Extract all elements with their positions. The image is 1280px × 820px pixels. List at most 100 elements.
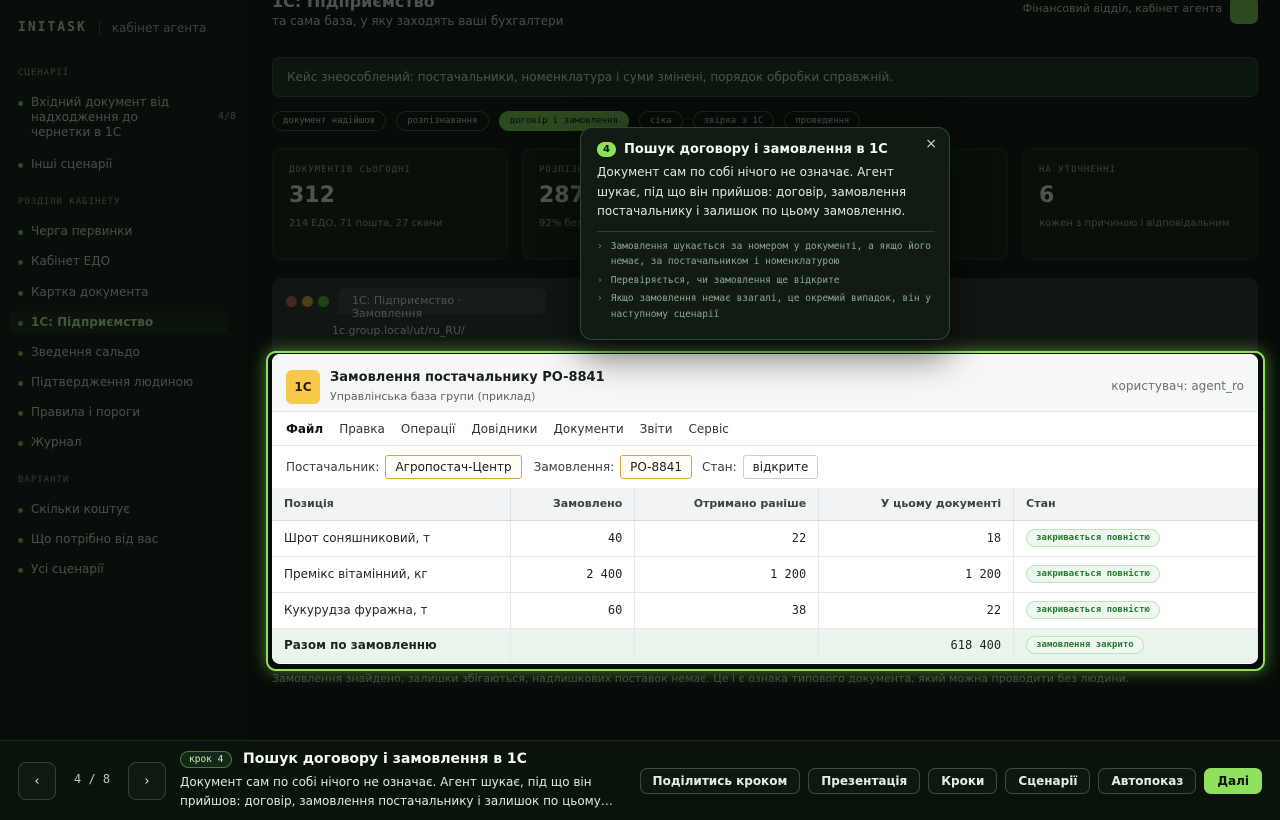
minimize-dot-icon xyxy=(302,296,313,307)
close-icon[interactable]: × xyxy=(925,136,937,152)
address-bar[interactable]: 1c.group.local/ut/ru_RU/ xyxy=(332,324,465,337)
order-field[interactable]: PO-8841 xyxy=(620,455,693,479)
sidebar-item-1c[interactable]: 1С: Підприємство xyxy=(10,311,228,333)
page-subtitle: та сама база, у яку заходять ваші бухгал… xyxy=(272,14,564,28)
state-field[interactable]: відкрите xyxy=(742,455,819,479)
sidebar-item-label: Правила і пороги xyxy=(31,405,141,419)
table-row[interactable]: Шрот соняшниковий, т 40 22 18 закриваєть… xyxy=(272,520,1258,557)
browser-tab[interactable]: 1С: Підприємство · Замовлення xyxy=(338,288,546,320)
column-header-state[interactable]: Стан xyxy=(1013,488,1258,521)
bullet-icon xyxy=(18,381,23,386)
cell-received: 1 200 xyxy=(634,556,820,593)
popover-divider xyxy=(597,230,935,232)
prev-step-button[interactable]: ‹ xyxy=(18,762,56,800)
bullet-icon xyxy=(18,163,23,168)
filter-bar: Постачальник: Агропостач-Центр Замовленн… xyxy=(272,446,1258,488)
detail-text: Перевіряється, чи замовлення ще відкрите xyxy=(610,274,840,286)
stat-card: ДОКУМЕНТІВ СЬОГОДНІ 312 214 ЕДО, 71 пошт… xyxy=(272,148,508,260)
chevron-right-icon: › xyxy=(597,240,603,252)
autoplay-button[interactable]: Автопоказ xyxy=(1098,768,1197,794)
sidebar-item-label: Що потрібно від вас xyxy=(31,532,159,546)
sidebar-item-document-card[interactable]: Картка документа xyxy=(18,285,236,299)
onec-header: 1С Замовлення постачальнику PO-8841 Упра… xyxy=(272,354,1258,412)
bullet-icon xyxy=(18,568,23,573)
next-button[interactable]: Далі xyxy=(1204,768,1262,794)
bullet-icon xyxy=(18,411,23,416)
info-banner: Кейс знеособлений: постачальники, номенк… xyxy=(272,57,1258,97)
sidebar-item-label: 1С: Підприємство xyxy=(31,315,154,329)
document-title: Замовлення постачальнику PO-8841 xyxy=(330,370,605,385)
sidebar-item-edo[interactable]: Кабінет ЕДО xyxy=(18,254,236,268)
sidebar-item-rules[interactable]: Правила і пороги xyxy=(18,405,236,419)
supplier-field[interactable]: Агропостач-Центр xyxy=(385,455,522,479)
stat-value: 312 xyxy=(289,183,335,208)
cell-state: закривається повністю xyxy=(1013,556,1258,593)
menu-service[interactable]: Сервіс xyxy=(681,412,737,445)
chevron-right-icon: › xyxy=(597,293,603,304)
table-row[interactable]: Премікс вітамінний, кг 2 400 1 200 1 200… xyxy=(272,556,1258,593)
cell-ordered: 60 xyxy=(510,592,636,629)
step-chip[interactable]: документ надійшов xyxy=(272,111,387,131)
sidebar-item-journal[interactable]: Журнал xyxy=(18,435,236,449)
table-row[interactable]: Кукурудза фуражна, т 60 38 22 закриваєть… xyxy=(272,592,1258,629)
steps-button[interactable]: Кроки xyxy=(928,768,998,794)
close-dot-icon xyxy=(286,296,297,307)
sidebar-item-pricing[interactable]: Скільки коштує xyxy=(18,502,236,516)
next-step-arrow-button[interactable]: › xyxy=(128,762,166,800)
tour-actions: Поділитись кроком Презентація Кроки Сцен… xyxy=(639,768,1262,794)
detail-item: › Перевіряється, чи замовлення ще відкрит… xyxy=(597,273,935,289)
sidebar-item-human-confirm[interactable]: Підтвердження людиною xyxy=(18,375,236,389)
cell-this-doc: 18 xyxy=(818,520,1015,557)
stat-label: НА УТОЧНЕННІ xyxy=(1039,165,1117,175)
column-header-ordered[interactable]: Замовлено xyxy=(510,488,636,521)
onec-menu: Файл Правка Операції Довідники Документи… xyxy=(272,412,1258,446)
column-header-item[interactable]: Позиція xyxy=(272,488,512,521)
org-label: Фінансовий відділ, кабінет агента xyxy=(1022,2,1222,15)
menu-file[interactable]: Файл xyxy=(278,412,331,445)
detail-text: Якщо замовлення немає взагалі, це окреми… xyxy=(610,293,932,320)
logo-text: INITASK xyxy=(18,20,87,35)
database-name: Управлінська база групи (приклад) xyxy=(330,390,536,403)
scenarios-button[interactable]: Сценарії xyxy=(1005,768,1091,794)
page-footer-note: Замовлення знайдено, залишки збігаються,… xyxy=(272,672,1130,685)
avatar[interactable] xyxy=(1230,0,1258,24)
sidebar-item-label: Інші сценарії xyxy=(31,157,113,171)
sidebar-item-label: Черга первинки xyxy=(31,224,133,238)
sidebar-item-other-scenarios[interactable]: Інші сценарії xyxy=(18,157,236,171)
stat-value: 6 xyxy=(1039,183,1055,208)
chevron-right-icon: › xyxy=(597,274,603,286)
bullet-icon xyxy=(18,351,23,356)
order-label: Замовлення: xyxy=(533,460,615,474)
menu-edit[interactable]: Правка xyxy=(331,412,393,445)
sidebar-item-requirements[interactable]: Що потрібно від вас xyxy=(18,532,236,546)
detail-item: › Замовлення шукається за номером у докум… xyxy=(597,239,935,270)
sidebar-item-all-scenarios[interactable]: Усі сценарії xyxy=(18,562,236,576)
sidebar-item-queue[interactable]: Черга первинки xyxy=(18,224,236,238)
sidebar-item-balance[interactable]: Зведення сальдо xyxy=(18,345,236,359)
step-chip[interactable]: розпізнавання xyxy=(396,111,489,131)
status-badge: закривається повністю xyxy=(1026,601,1160,619)
sidebar-item-label: Зведення сальдо xyxy=(31,345,140,359)
menu-operations[interactable]: Операції xyxy=(393,412,463,445)
menu-reports[interactable]: Звіти xyxy=(632,412,681,445)
sidebar-item-label: Журнал xyxy=(31,435,82,449)
menu-directories[interactable]: Довідники xyxy=(463,412,545,445)
cell-state: закривається повністю xyxy=(1013,592,1258,629)
menu-documents[interactable]: Документи xyxy=(545,412,631,445)
order-lines-table: Позиція Замовлено Отримано раніше У цьом… xyxy=(272,488,1258,663)
column-header-this-doc[interactable]: У цьому документі xyxy=(818,488,1015,521)
sidebar-item-label: Картка документа xyxy=(31,285,149,299)
sidebar-item-scenario-current[interactable]: Вхідний документ від надходження до черн… xyxy=(18,95,236,140)
share-step-button[interactable]: Поділитись кроком xyxy=(639,768,801,794)
table-total-row: Разом по замовленню 618 400 замовлення з… xyxy=(272,628,1258,663)
sidebar-item-count: 4/8 xyxy=(217,111,236,122)
presentation-button[interactable]: Презентація xyxy=(808,768,921,794)
total-label: Разом по замовленню xyxy=(272,628,512,663)
status-badge: закривається повністю xyxy=(1026,565,1160,583)
step-counter: 4 / 8 xyxy=(74,772,111,786)
sidebar-section-cabinet: РОЗДІЛИ КАБІНЕТУ xyxy=(18,197,121,207)
column-header-received[interactable]: Отримано раніше xyxy=(634,488,820,521)
cell-ordered: 40 xyxy=(510,520,636,557)
cell-this-doc: 1 200 xyxy=(818,556,1015,593)
cell-item: Премікс вітамінний, кг xyxy=(272,556,512,593)
